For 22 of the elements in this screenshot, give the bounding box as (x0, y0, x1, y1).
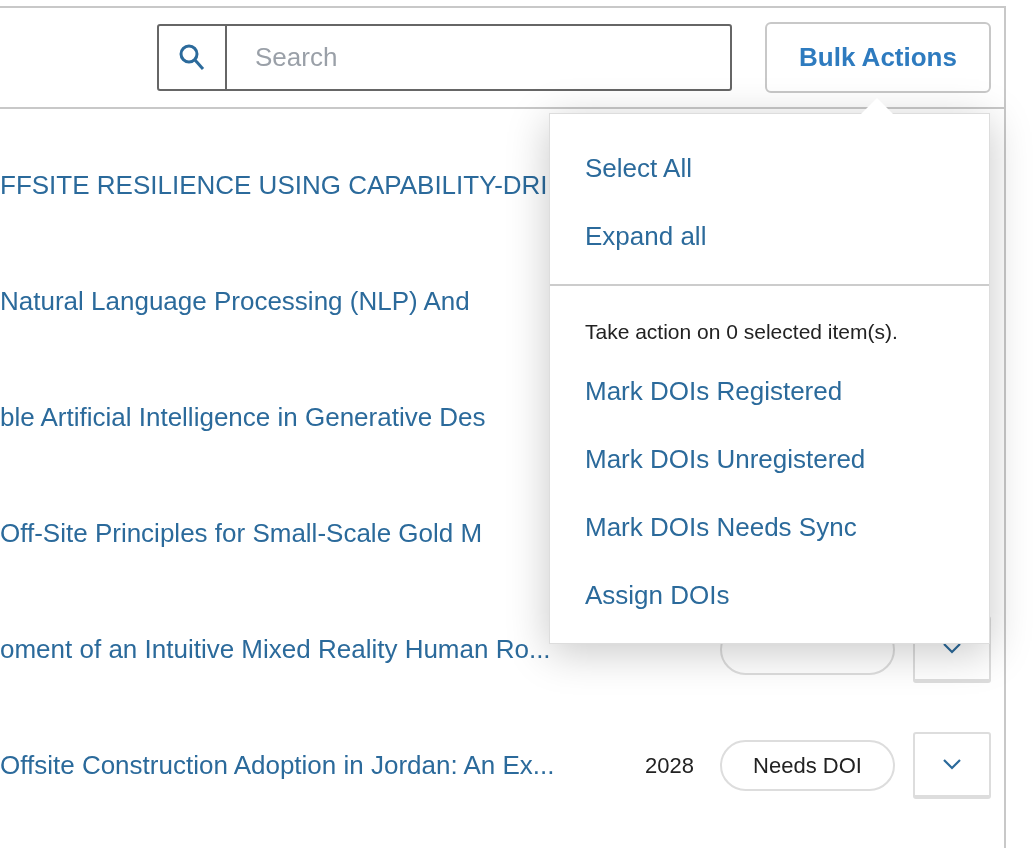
chevron-down-icon (942, 642, 962, 654)
item-title-link[interactable]: ble Artificial Intelligence in Generative Des (0, 401, 486, 432)
item-title-link[interactable]: oment of an Intuitive Mixed Reality Human Ro... (0, 633, 551, 664)
chevron-down-icon (942, 758, 962, 770)
item-title-link[interactable]: Offsite Construction Adoption in Jordan: An Ex... (0, 749, 555, 780)
search-field[interactable]: Search (227, 26, 730, 89)
menu-item[interactable]: Select All (585, 148, 692, 188)
menu-item[interactable]: Assign DOIs (585, 576, 730, 615)
menu-item[interactable]: Mark DOIs Unregistered (585, 440, 866, 479)
item-title-link[interactable]: Natural Language Processing (NLP) And (0, 285, 470, 316)
status-badge: Needs DOI (720, 739, 895, 791)
expand-button[interactable] (913, 731, 991, 799)
search-bar[interactable]: Search (157, 24, 732, 91)
menu-item[interactable]: Mark DOIs Needs Sync (585, 508, 857, 547)
menu-item[interactable]: Mark DOIs Registered (585, 372, 843, 411)
selection-note: Take action on 0 selected item(s). (585, 320, 898, 343)
item-title-link[interactable]: FFSITE RESILIENCE USING CAPABILITY-DRI (0, 169, 548, 200)
bulk-actions-button[interactable]: Bulk Actions (765, 22, 991, 93)
item-title-link[interactable]: Off-Site Principles for Small-Scale Gold M (0, 517, 483, 548)
menu-item[interactable]: Expand all (585, 216, 707, 256)
search-icon (178, 42, 206, 73)
year-text: 2028 (645, 751, 695, 780)
